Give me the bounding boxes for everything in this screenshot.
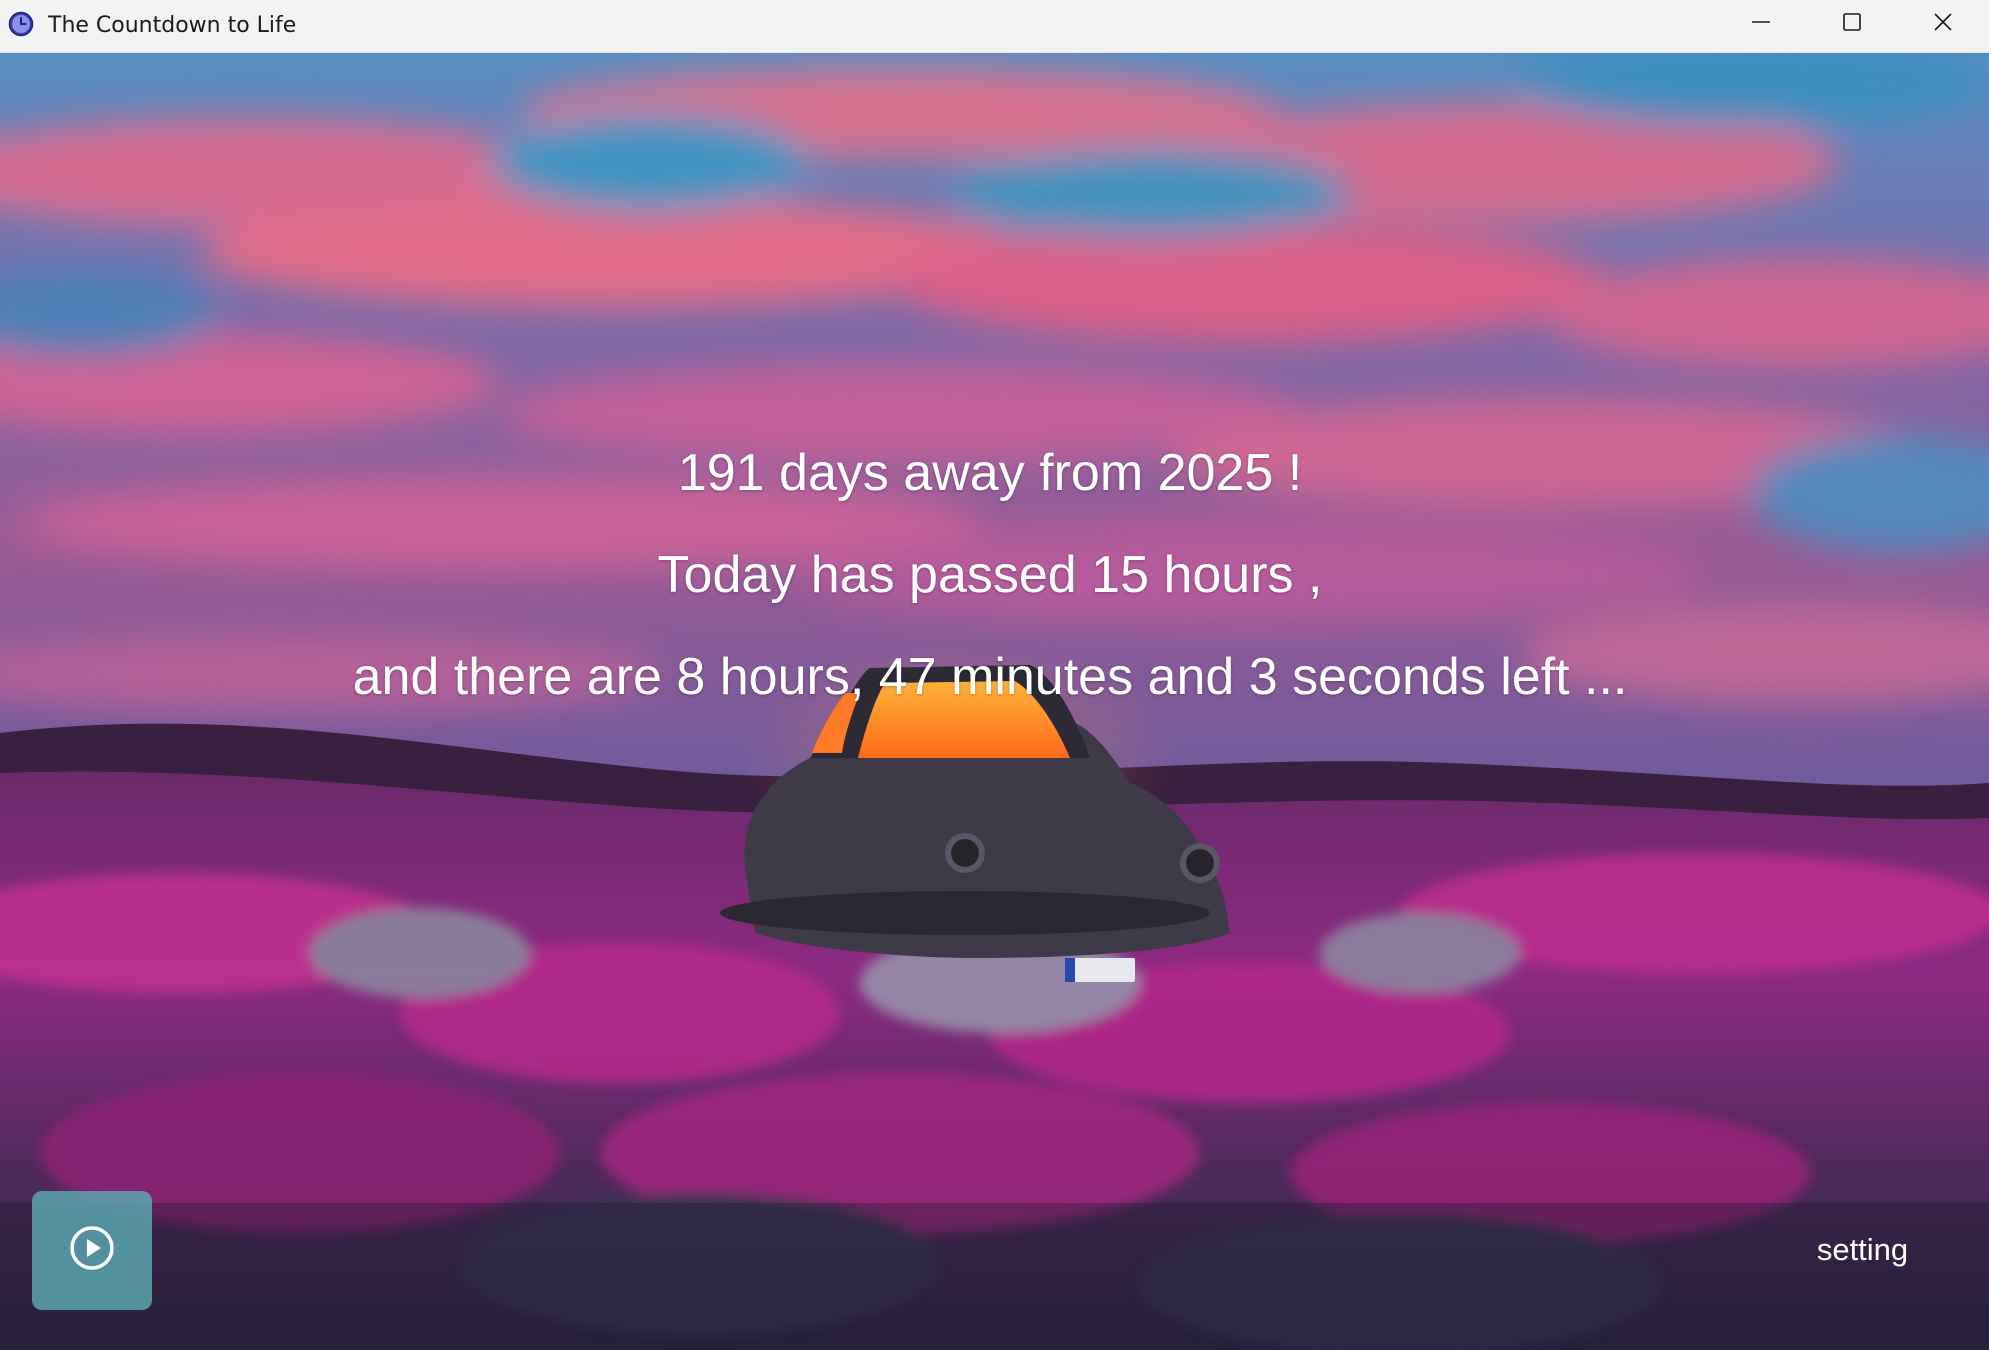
play-button[interactable] <box>32 1191 152 1310</box>
maximize-icon <box>1841 11 1863 38</box>
title-bar[interactable]: The Countdown to Life <box>0 0 1989 53</box>
minimize-icon <box>1750 11 1772 38</box>
close-button[interactable] <box>1897 0 1989 48</box>
clock-icon <box>8 11 34 37</box>
play-circle-icon <box>68 1224 116 1277</box>
close-icon <box>1932 11 1954 38</box>
setting-button[interactable]: setting <box>1800 1225 1925 1275</box>
hours-passed-text: Today has passed 15 hours , <box>657 546 1323 604</box>
app-window: The Countdown to Life 191 days away from… <box>0 0 1989 1350</box>
time-left-text: and there are 8 hours, 47 minutes and 3 … <box>352 648 1628 706</box>
maximize-button[interactable] <box>1806 0 1898 48</box>
window-title: The Countdown to Life <box>48 13 297 38</box>
minimize-button[interactable] <box>1715 0 1807 48</box>
background-scene: 191 days away from 2025 ! Today has pass… <box>0 53 1989 1350</box>
days-to-year-text: 191 days away from 2025 ! <box>677 444 1303 502</box>
